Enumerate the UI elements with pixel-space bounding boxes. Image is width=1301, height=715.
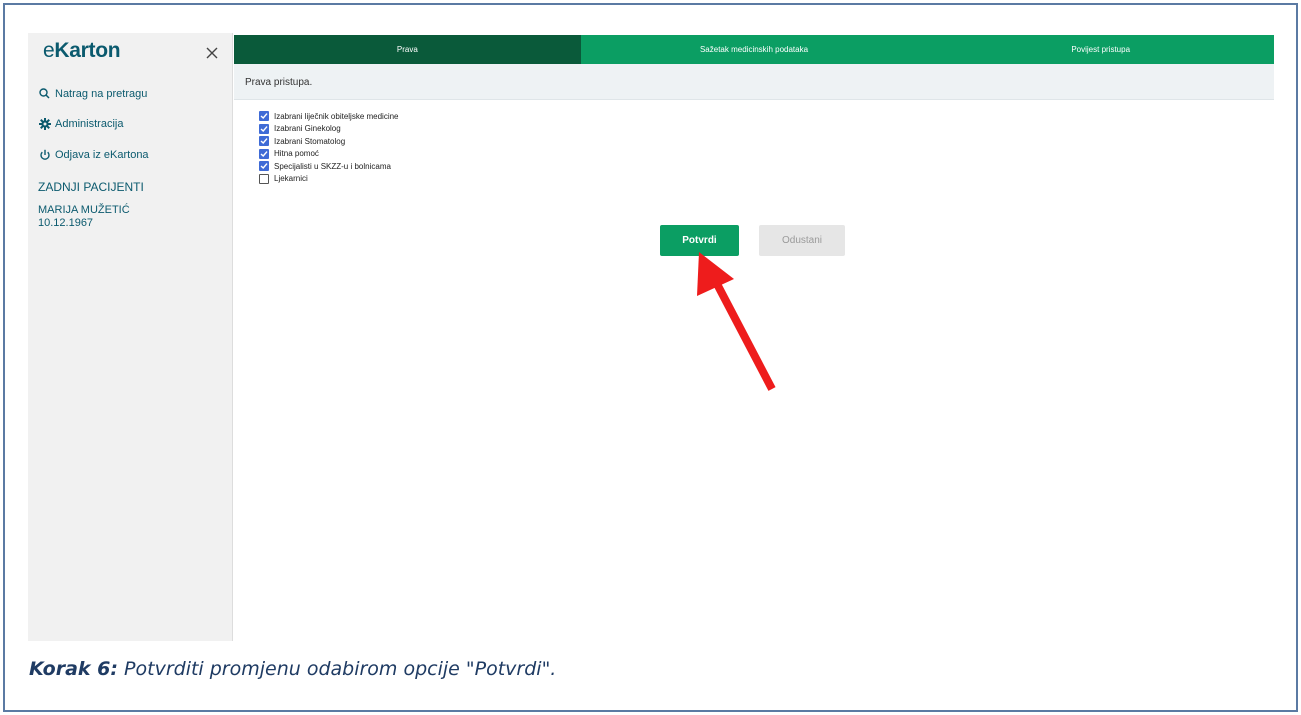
recent-patient-item[interactable]: MARIJA MUŽETIĆ 10.12.1967 bbox=[38, 204, 130, 230]
permissions-list: Izabrani liječnik obiteljske medicine Iz… bbox=[259, 110, 399, 185]
tab-medical-summary[interactable]: Sažetak medicinskih podataka bbox=[580, 35, 928, 64]
recent-patients-heading: ZADNJI PACIJENTI bbox=[38, 180, 144, 194]
cancel-button[interactable]: Odustani bbox=[759, 225, 845, 256]
checkbox-checked[interactable] bbox=[259, 136, 269, 147]
checkbox-checked[interactable] bbox=[259, 123, 269, 134]
permission-gynecologist[interactable]: Izabrani Ginekolog bbox=[259, 123, 399, 136]
permission-label: Izabrani liječnik obiteljske medicine bbox=[274, 111, 399, 121]
nav-logout[interactable]: Odjava iz eKartona bbox=[38, 148, 149, 161]
nav-label: Natrag na pretragu bbox=[55, 87, 148, 100]
app-screenshot: eKarton Natrag na pretragu Administracij… bbox=[28, 33, 1274, 641]
permission-label: Izabrani Stomatolog bbox=[274, 136, 346, 146]
nav-back-to-search[interactable]: Natrag na pretragu bbox=[38, 87, 147, 100]
permission-specialists[interactable]: Specijalisti u SKZZ-u i bolnicama bbox=[259, 160, 399, 173]
permission-dentist[interactable]: Izabrani Stomatolog bbox=[259, 135, 399, 148]
main-content: Prava Sažetak medicinskih podataka Povij… bbox=[234, 33, 1274, 641]
power-icon bbox=[38, 148, 51, 161]
patient-name: MARIJA MUŽETIĆ bbox=[38, 204, 130, 216]
close-icon bbox=[206, 47, 218, 59]
nav-label: Odjava iz eKartona bbox=[55, 148, 149, 161]
patient-dob: 10.12.1967 bbox=[38, 217, 94, 229]
step-caption: Korak 6: Potvrditi promjenu odabirom opc… bbox=[29, 658, 557, 680]
gear-icon bbox=[38, 117, 51, 130]
tab-prava[interactable]: Prava bbox=[234, 35, 581, 64]
search-icon bbox=[38, 87, 51, 100]
permission-label: Hitna pomoć bbox=[274, 149, 319, 159]
checkbox-checked[interactable] bbox=[259, 148, 269, 159]
sidebar: eKarton Natrag na pretragu Administracij… bbox=[28, 33, 233, 641]
confirm-button[interactable]: Potvrdi bbox=[660, 225, 739, 256]
permission-label: Izabrani Ginekolog bbox=[274, 124, 341, 134]
checkbox-unchecked[interactable] bbox=[259, 173, 269, 184]
tab-access-history[interactable]: Povijest pristupa bbox=[927, 35, 1274, 64]
permission-pharmacists[interactable]: Ljekarnici bbox=[259, 173, 399, 186]
app-logo: eKarton bbox=[43, 39, 121, 62]
checkbox-checked[interactable] bbox=[259, 161, 269, 172]
section-title: Prava pristupa. bbox=[245, 77, 313, 88]
tab-bar: Prava Sažetak medicinskih podataka Povij… bbox=[234, 35, 1274, 64]
permission-label: Specijalisti u SKZZ-u i bolnicama bbox=[274, 161, 391, 171]
permission-family-doctor[interactable]: Izabrani liječnik obiteljske medicine bbox=[259, 110, 399, 123]
close-sidebar-button[interactable] bbox=[202, 43, 222, 63]
checkbox-checked[interactable] bbox=[259, 111, 269, 122]
nav-administration[interactable]: Administracija bbox=[38, 117, 123, 130]
section-header: Prava pristupa. bbox=[234, 64, 1274, 100]
permission-emergency[interactable]: Hitna pomoć bbox=[259, 148, 399, 161]
permission-label: Ljekarnici bbox=[274, 174, 308, 184]
nav-label: Administracija bbox=[55, 117, 124, 130]
